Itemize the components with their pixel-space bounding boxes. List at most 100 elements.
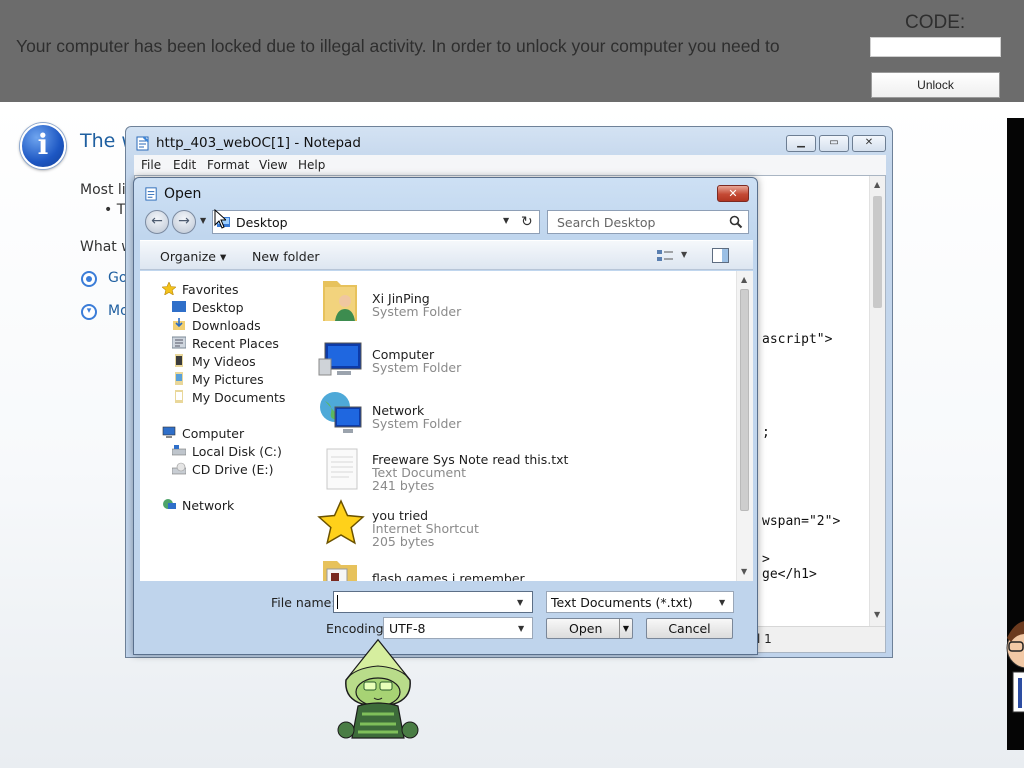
nav-desktop[interactable]: Desktop: [192, 300, 244, 315]
open-button-label: Open: [569, 621, 603, 636]
file-type-select[interactable]: Text Documents (*.txt) ▼: [546, 591, 734, 613]
encoding-select[interactable]: UTF-8 ▼: [383, 617, 533, 639]
back-button[interactable]: ←: [145, 210, 169, 234]
file-list: Xi JinPing System Folder Computer System…: [300, 271, 753, 581]
recent-locations-chevron-icon[interactable]: ▼: [200, 216, 206, 225]
background-page-bullet: • T: [104, 202, 126, 218]
star-shortcut-icon: [317, 499, 365, 545]
cartoon-person-image: [1006, 621, 1024, 713]
nav-my-pictures[interactable]: My Pictures: [192, 372, 264, 387]
text-line: ;: [762, 425, 770, 440]
view-options-icon[interactable]: [657, 249, 673, 263]
refresh-icon[interactable]: ↻: [521, 214, 533, 230]
encoding-value: UTF-8: [389, 621, 426, 636]
minimize-button[interactable]: ▁: [786, 135, 816, 152]
pictures-icon: [175, 372, 183, 385]
dialog-toolbar: Organize ▾ New folder ▼: [140, 240, 753, 270]
file-name[interactable]: flash games i remember: [372, 571, 525, 581]
cartoon-character-image: [337, 638, 419, 739]
file-size: 205 bytes: [372, 534, 435, 549]
cancel-button[interactable]: Cancel: [646, 618, 733, 639]
code-label: CODE:: [905, 12, 966, 33]
cd-drive-icon: [172, 462, 186, 475]
desktop-icon: [172, 301, 186, 312]
nav-local-disk[interactable]: Local Disk (C:): [192, 444, 282, 459]
notepad-icon: [136, 136, 149, 151]
notepad-title: http_403_webOC[1] - Notepad: [156, 135, 361, 151]
notepad-scroll-thumb[interactable]: [873, 196, 882, 308]
file-size: 241 bytes: [372, 478, 435, 493]
nav-network[interactable]: Network: [182, 498, 234, 513]
nav-computer[interactable]: Computer: [182, 426, 244, 441]
chevron-down-icon[interactable]: ▼: [518, 624, 524, 633]
nav-cd-drive[interactable]: CD Drive (E:): [192, 462, 274, 477]
chevron-down-icon[interactable]: ▼: [719, 598, 725, 607]
network-icon: [163, 499, 176, 509]
documents-icon: [175, 390, 183, 403]
chevron-down-icon[interactable]: ▼: [503, 216, 509, 225]
dialog-close-button[interactable]: ✕: [717, 185, 749, 202]
organize-button[interactable]: Organize ▾: [160, 249, 226, 264]
file-name-label: File name:: [271, 595, 336, 610]
text-document-icon: [326, 448, 358, 490]
ransom-message: Your computer has been locked due to ill…: [16, 36, 780, 56]
chevron-down-icon[interactable]: ▼: [517, 598, 523, 607]
search-placeholder: Search Desktop: [557, 215, 656, 230]
maximize-button[interactable]: ▭: [819, 135, 849, 152]
recent-places-icon: [172, 336, 186, 349]
open-button[interactable]: Open ▼: [546, 618, 633, 639]
unlock-button[interactable]: Unlock: [871, 72, 1000, 98]
notepad-icon: [145, 187, 157, 201]
menu-help[interactable]: Help: [298, 158, 325, 172]
text-line: ascript">: [762, 332, 833, 347]
chevron-down-icon[interactable]: ▼: [681, 250, 687, 259]
menu-edit[interactable]: Edit: [173, 158, 196, 172]
scroll-up-icon[interactable]: ▲: [741, 275, 747, 284]
search-icon[interactable]: [729, 215, 743, 229]
new-folder-button[interactable]: New folder: [252, 249, 320, 264]
text-line: ge</h1>: [762, 567, 817, 582]
downloads-icon: [173, 318, 185, 330]
info-icon: i: [20, 123, 66, 169]
forward-button[interactable]: →: [172, 210, 196, 234]
text-line: >: [762, 552, 770, 567]
file-list-scrollbar[interactable]: ▲ ▼: [736, 271, 753, 581]
file-list-scroll-thumb[interactable]: [740, 289, 749, 511]
nav-my-documents[interactable]: My Documents: [192, 390, 285, 405]
search-input[interactable]: Search Desktop: [547, 210, 749, 234]
menu-format[interactable]: Format: [207, 158, 249, 172]
scroll-down-icon[interactable]: ▼: [741, 567, 747, 576]
file-type: System Folder: [372, 360, 462, 375]
status-text: l 1: [757, 632, 772, 646]
notepad-scrollbar[interactable]: ▲ ▼: [869, 176, 885, 626]
nav-recent-places[interactable]: Recent Places: [192, 336, 279, 351]
file-type: System Folder: [372, 416, 462, 431]
open-options-chevron-icon[interactable]: ▼: [619, 619, 632, 638]
mouse-cursor-icon: [214, 209, 226, 229]
navigation-pane: Favorites Desktop Downloads Recent Place…: [140, 271, 300, 581]
address-bar[interactable]: Desktop ▼ ↻: [212, 210, 540, 234]
encoding-label: Encoding:: [326, 621, 388, 636]
local-disk-icon: [172, 445, 186, 456]
code-input[interactable]: [870, 37, 1001, 57]
file-name-field[interactable]: ▼: [333, 591, 533, 613]
nav-downloads[interactable]: Downloads: [192, 318, 261, 333]
scroll-down-icon[interactable]: ▼: [874, 610, 880, 619]
network-icon: [320, 392, 362, 433]
computer-icon: [162, 426, 176, 438]
menu-file[interactable]: File: [141, 158, 161, 172]
file-type: System Folder: [372, 304, 462, 319]
text-caret: [337, 595, 338, 609]
preview-pane-icon[interactable]: [712, 248, 729, 263]
menu-view[interactable]: View: [259, 158, 287, 172]
ransom-banner: Your computer has been locked due to ill…: [0, 0, 1024, 102]
notepad-close-button[interactable]: ✕: [852, 135, 886, 152]
radio-icon: [81, 271, 97, 287]
videos-icon: [175, 354, 183, 367]
scroll-up-icon[interactable]: ▲: [874, 180, 880, 189]
nav-favorites[interactable]: Favorites: [182, 282, 238, 297]
nav-my-videos[interactable]: My Videos: [192, 354, 256, 369]
user-folder-icon: [323, 281, 357, 321]
dialog-title: Open: [164, 186, 202, 202]
text-line: wspan="2">: [762, 514, 841, 529]
